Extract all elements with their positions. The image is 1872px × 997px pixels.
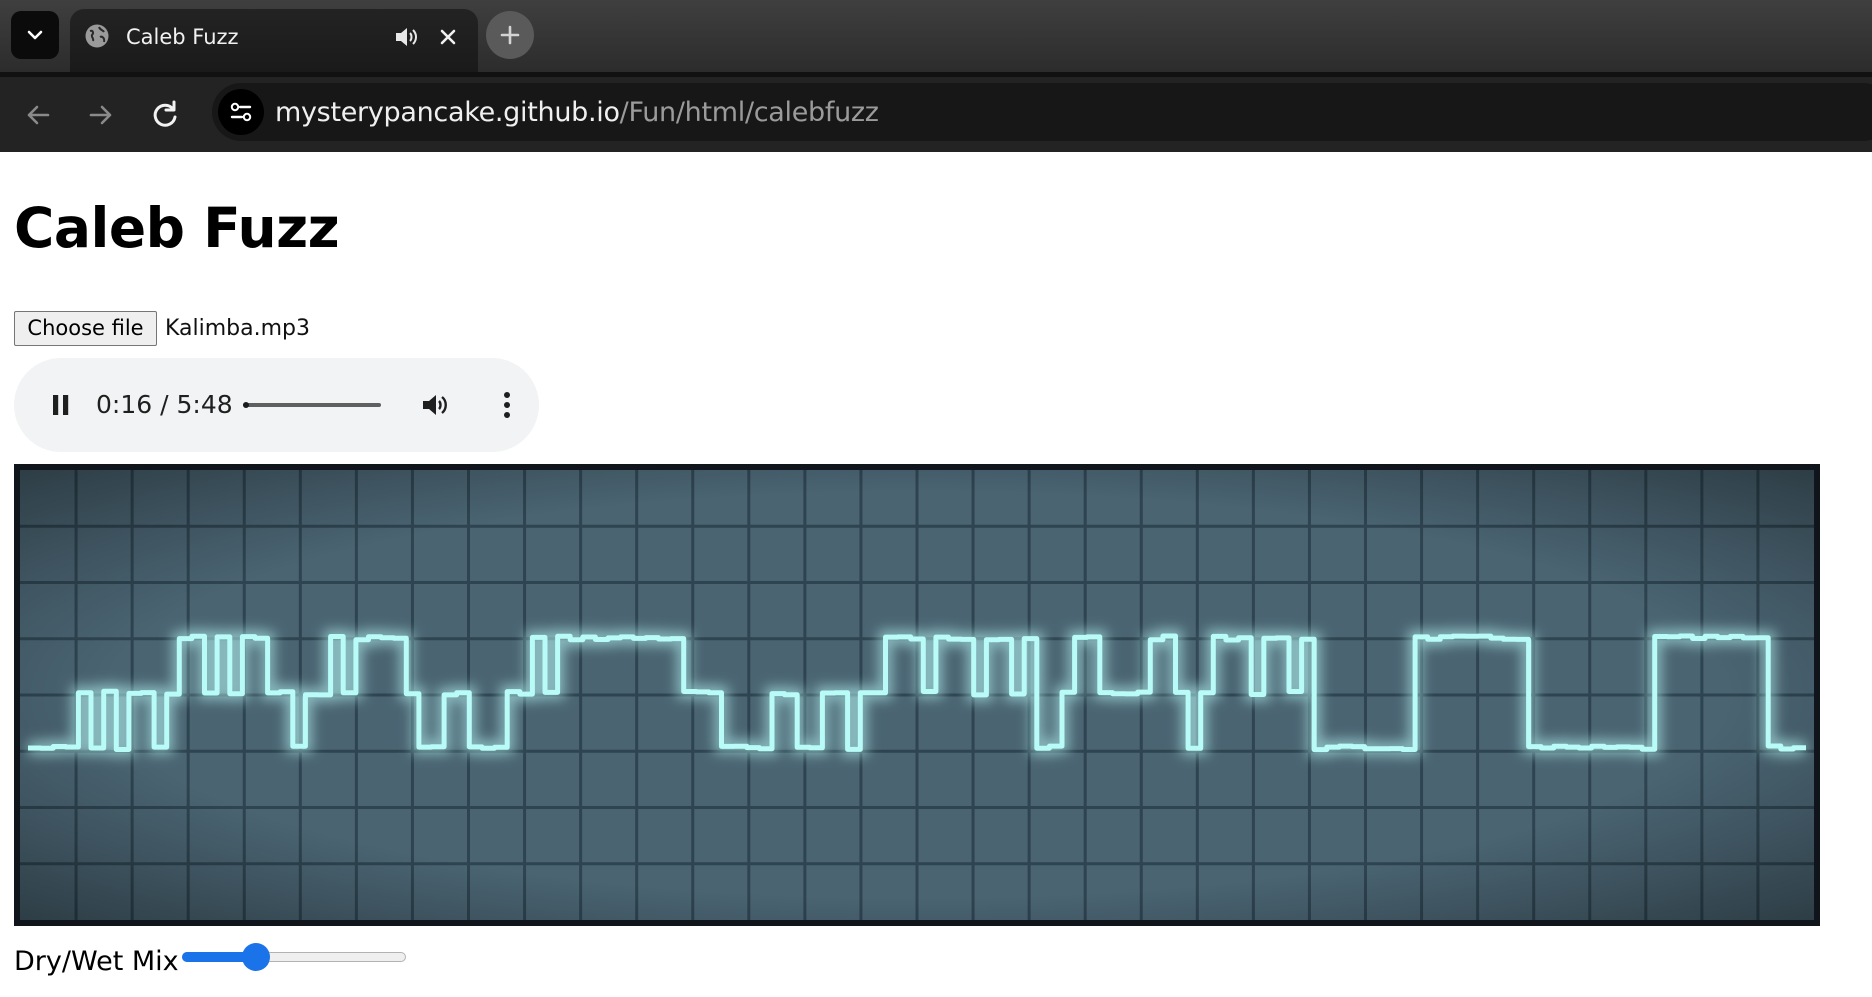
audio-player: 0:16 / 5:48 <box>14 358 539 452</box>
forward-arrow-icon[interactable] <box>83 97 119 133</box>
dry-wet-mix-label: Dry/Wet Mix <box>14 946 179 977</box>
more-options-icon[interactable] <box>492 390 522 420</box>
url-path: /Fun/html/calebfuzz <box>619 97 879 128</box>
tab-close-icon[interactable] <box>437 26 459 48</box>
tab-search-button[interactable] <box>11 11 59 59</box>
duration: 5:48 <box>176 390 233 419</box>
tab-audio-playing-icon[interactable] <box>392 23 420 51</box>
slider-thumb[interactable] <box>241 943 270 971</box>
tab-strip: Caleb Fuzz <box>0 0 1872 72</box>
seek-bar-progress <box>243 402 250 408</box>
seek-bar[interactable] <box>243 402 381 408</box>
oscilloscope-canvas <box>20 470 1814 920</box>
chevron-down-icon <box>27 30 43 40</box>
tab-active[interactable]: Caleb Fuzz <box>70 9 478 72</box>
page-title: Caleb Fuzz <box>14 196 340 260</box>
url-text: mysterypancake.github.io/Fun/html/calebf… <box>275 97 879 128</box>
tune-icon <box>230 102 252 122</box>
current-time: 0:16 <box>96 390 153 419</box>
plus-icon <box>500 25 520 45</box>
selected-file-name: Kalimba.mp3 <box>165 316 311 341</box>
back-arrow-icon[interactable] <box>20 97 56 133</box>
site-info-button[interactable] <box>218 89 264 135</box>
new-tab-button[interactable] <box>486 11 534 59</box>
audio-time: 0:16 / 5:48 <box>96 390 233 419</box>
address-bar[interactable]: mysterypancake.github.io/Fun/html/calebf… <box>212 83 1872 141</box>
globe-icon <box>85 24 109 48</box>
dry-wet-mix-slider[interactable] <box>182 943 406 971</box>
time-separator: / <box>160 390 169 419</box>
tab-title: Caleb Fuzz <box>126 25 239 49</box>
choose-file-button[interactable]: Choose file <box>14 311 157 346</box>
browser-toolbar: mysterypancake.github.io/Fun/html/calebf… <box>0 72 1872 152</box>
volume-icon[interactable] <box>420 390 450 420</box>
pause-icon[interactable] <box>49 393 73 417</box>
oscilloscope-display <box>14 464 1820 926</box>
url-host: mysterypancake.github.io <box>275 97 620 128</box>
reload-icon[interactable] <box>147 97 183 133</box>
